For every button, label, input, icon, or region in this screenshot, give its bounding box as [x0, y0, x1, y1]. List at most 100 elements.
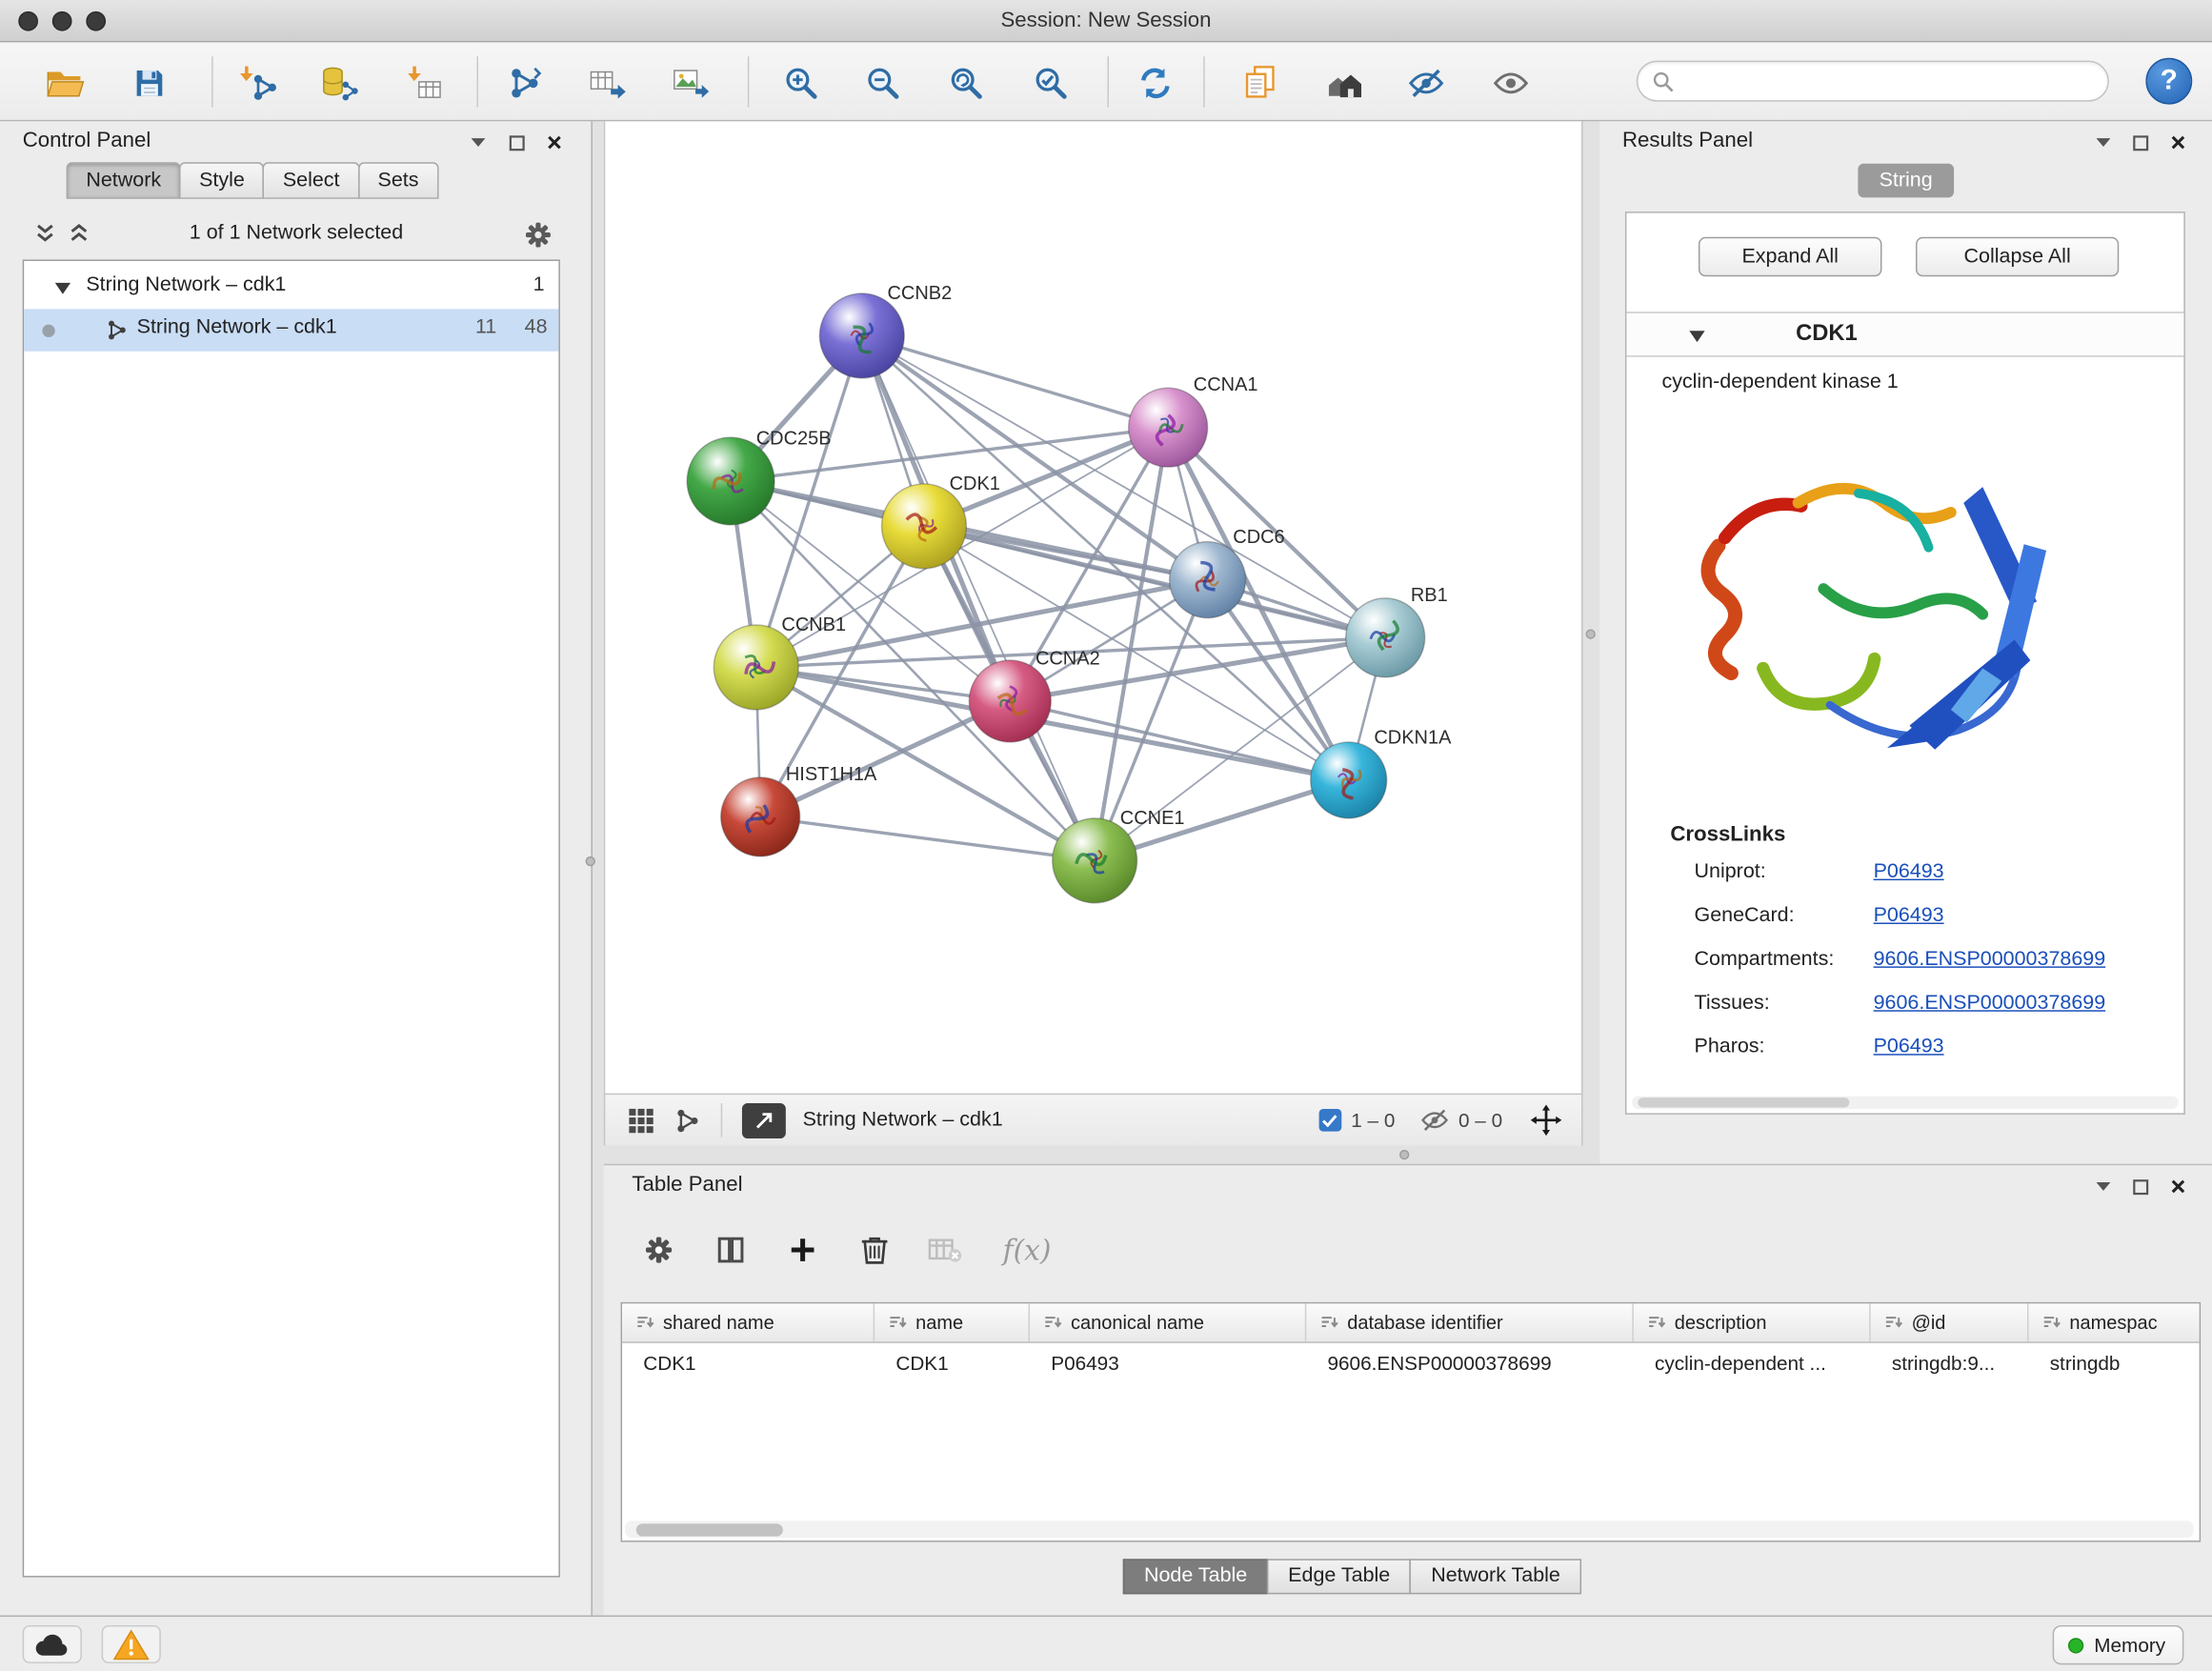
left-splitter[interactable] — [593, 121, 604, 1615]
tab-node-table[interactable]: Node Table — [1123, 1559, 1269, 1594]
left-splitter-handle[interactable] — [586, 856, 595, 866]
results-scrollbar[interactable] — [1632, 1097, 2178, 1109]
new-network-button[interactable] — [499, 61, 547, 105]
column-header[interactable]: canonical name — [1030, 1303, 1306, 1341]
control-panel-collapse-button[interactable] — [467, 131, 490, 154]
table-panel-close-button[interactable] — [2167, 1176, 2190, 1198]
zoom-fit-button[interactable] — [941, 61, 989, 105]
network-canvas[interactable]: CCNB2CCNA1CDC25BCDK1CDC6RB1CCNB1CCNA2CDK… — [604, 121, 1583, 1093]
right-splitter[interactable] — [1583, 121, 1600, 1163]
zoom-out-button[interactable] — [857, 61, 905, 105]
zoom-selected-button[interactable] — [1026, 61, 1074, 105]
network-list-item[interactable]: String Network – cdk1 11 48 — [24, 309, 558, 351]
collapse-all-button[interactable]: Collapse All — [1916, 237, 2119, 276]
results-panel-float-button[interactable] — [2129, 131, 2152, 154]
tab-network[interactable]: Network — [67, 162, 181, 199]
network-node-ccna1[interactable]: CCNA1 — [1129, 374, 1258, 467]
table-cell[interactable]: CDK1 — [875, 1352, 1030, 1375]
cloud-status-button[interactable] — [23, 1625, 82, 1663]
hide-selected-button[interactable] — [1402, 61, 1450, 105]
import-table-file-button[interactable] — [401, 61, 449, 105]
table-cell[interactable]: cyclin-dependent ... — [1634, 1352, 1871, 1375]
show-columns-button[interactable] — [705, 1227, 755, 1272]
table-cell[interactable]: P06493 — [1030, 1352, 1306, 1375]
table-settings-button[interactable] — [633, 1227, 684, 1272]
pan-crosshair-icon[interactable] — [1531, 1105, 1562, 1137]
column-header[interactable]: description — [1634, 1303, 1871, 1341]
results-panel-collapse-button[interactable] — [2092, 131, 2115, 154]
table-cell[interactable]: CDK1 — [622, 1352, 875, 1375]
network-node-cdc25b[interactable]: CDC25B — [687, 428, 831, 524]
detach-view-button[interactable] — [742, 1102, 786, 1137]
crosslink-link[interactable]: P06493 — [1874, 1036, 1944, 1058]
table-horizontal-scrollbar[interactable] — [625, 1520, 2194, 1538]
function-builder-button[interactable]: f(x) — [995, 1227, 1057, 1272]
tab-style[interactable]: Style — [179, 162, 264, 199]
control-panel-close-button[interactable] — [543, 131, 566, 154]
zoom-in-button[interactable] — [775, 61, 823, 105]
birds-eye-grid-icon[interactable] — [628, 1107, 654, 1134]
column-header[interactable]: namespac — [2028, 1303, 2201, 1341]
column-header[interactable]: shared name — [622, 1303, 875, 1341]
save-session-button[interactable] — [126, 61, 173, 105]
horizontal-splitter-handle[interactable] — [1399, 1150, 1409, 1159]
help-button[interactable]: ? — [2145, 58, 2192, 105]
right-splitter-handle[interactable] — [1585, 629, 1595, 638]
results-panel-close-button[interactable] — [2167, 131, 2190, 154]
search-box[interactable] — [1637, 61, 2109, 102]
network-node-ccnb1[interactable]: CCNB1 — [714, 614, 846, 710]
crosslink-link[interactable]: 9606.ENSP00000378699 — [1874, 992, 2106, 1015]
crosslink-link[interactable]: 9606.ENSP00000378699 — [1874, 948, 2106, 971]
export-table-button[interactable] — [583, 61, 631, 105]
selected-count-checkbox-icon[interactable] — [1318, 1109, 1341, 1132]
delete-row-button[interactable] — [849, 1227, 899, 1272]
copy-document-button[interactable] — [1236, 61, 1283, 105]
table-cell[interactable]: stringdb — [2028, 1352, 2201, 1375]
expand-all-button[interactable]: Expand All — [1699, 237, 1882, 276]
gene-section-header[interactable]: CDK1 — [1626, 312, 2183, 356]
table-row[interactable]: CDK1 CDK1 P06493 9606.ENSP00000378699 cy… — [622, 1343, 2200, 1382]
open-session-button[interactable] — [41, 61, 89, 105]
crosslink-link[interactable]: P06493 — [1874, 860, 1944, 883]
memory-button[interactable]: Memory — [2053, 1625, 2183, 1664]
network-node-cdkn1a[interactable]: CDKN1A — [1311, 727, 1452, 817]
column-header[interactable]: name — [875, 1303, 1030, 1341]
network-node-hist1h1a[interactable]: HIST1H1A — [721, 764, 877, 856]
show-all-button[interactable] — [1487, 61, 1535, 105]
export-image-button[interactable] — [666, 61, 714, 105]
refresh-layout-button[interactable] — [1132, 61, 1179, 105]
crosslink-link[interactable]: P06493 — [1874, 904, 1944, 927]
table-cell[interactable]: stringdb:9... — [1871, 1352, 2029, 1375]
maximize-window-button[interactable] — [86, 11, 106, 31]
string-tab-badge[interactable]: String — [1858, 164, 1954, 198]
column-header[interactable]: @id — [1871, 1303, 2029, 1341]
network-node-ccne1[interactable]: CCNE1 — [1053, 808, 1185, 903]
control-panel-float-button[interactable] — [505, 131, 528, 154]
section-disclosure-icon[interactable] — [1689, 331, 1706, 343]
tab-sets[interactable]: Sets — [358, 162, 438, 199]
network-node-rb1[interactable]: RB1 — [1346, 585, 1448, 677]
tab-edge-table[interactable]: Edge Table — [1267, 1559, 1411, 1594]
home-views-button[interactable] — [1320, 61, 1368, 105]
warnings-button[interactable] — [102, 1625, 161, 1663]
tab-select[interactable]: Select — [263, 162, 359, 199]
network-node-cdk1[interactable]: CDK1 — [882, 473, 1000, 569]
network-options-gear-icon[interactable] — [523, 220, 553, 250]
network-overview-icon[interactable] — [674, 1107, 701, 1134]
disclosure-triangle-icon[interactable] — [55, 282, 70, 294]
collection-row[interactable]: String Network – cdk1 1 — [24, 267, 558, 309]
close-window-button[interactable] — [18, 11, 38, 31]
scrollbar-thumb[interactable] — [636, 1523, 783, 1536]
import-network-file-button[interactable] — [234, 61, 282, 105]
column-header[interactable]: database identifier — [1306, 1303, 1634, 1341]
search-input[interactable] — [1683, 70, 2094, 92]
minimize-window-button[interactable] — [52, 11, 72, 31]
node-table[interactable]: shared name name canonical name database… — [621, 1302, 2202, 1542]
table-cell[interactable]: 9606.ENSP00000378699 — [1306, 1352, 1634, 1375]
add-column-button[interactable] — [777, 1227, 828, 1272]
hidden-eye-slash-icon[interactable] — [1420, 1106, 1449, 1135]
table-panel-collapse-button[interactable] — [2092, 1176, 2115, 1198]
table-panel-float-button[interactable] — [2129, 1176, 2152, 1198]
network-node-ccnb2[interactable]: CCNB2 — [819, 283, 952, 378]
import-network-database-button[interactable] — [314, 61, 362, 105]
